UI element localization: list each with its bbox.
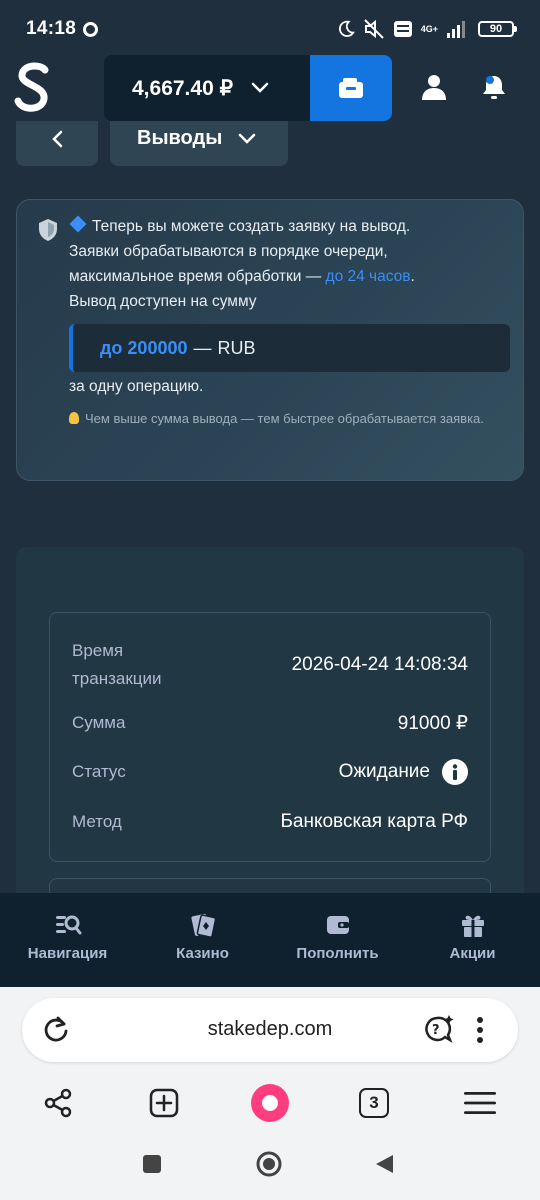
section-title: Выводы: [137, 127, 223, 149]
ai-assistant-icon[interactable]: ?: [422, 1012, 456, 1046]
tx-status: Ожидание: [339, 759, 468, 785]
system-navigation: [0, 1147, 540, 1187]
notifications-button[interactable]: [472, 65, 516, 109]
profile-button[interactable]: [412, 65, 456, 109]
plus-square-icon: [149, 1088, 179, 1118]
limit-box: до 200000 — RUB: [69, 324, 510, 372]
browser-chrome: stakedep.com ? 3: [0, 987, 540, 1200]
main-content: Выводы Теперь вы можете создать заявку н…: [0, 121, 540, 893]
withdrawal-notice: Теперь вы можете создать заявку на вывод…: [16, 199, 524, 481]
balance-dropdown[interactable]: 4,667.40 ₽: [104, 55, 310, 121]
per-operation-text: за одну операцию.: [69, 378, 204, 395]
tx-row-amount: Сумма 91000 ₽: [50, 709, 490, 737]
notice-line-3-suffix: .: [410, 268, 415, 285]
battery-level: 90: [489, 23, 503, 35]
processing-time-link[interactable]: до 24 часов: [326, 268, 411, 285]
wallet-icon: [326, 916, 349, 934]
limit-value: до 200000: [100, 337, 188, 358]
alice-button[interactable]: [246, 1079, 294, 1127]
transaction-card: Время транзакции 2026-04-24 14:08:34 Сум…: [49, 612, 491, 862]
bell-icon: [483, 76, 505, 99]
new-tab-button[interactable]: [140, 1079, 188, 1127]
logo-icon: [14, 62, 49, 112]
home-icon[interactable]: [255, 1150, 283, 1178]
wallet-icon: [339, 78, 363, 98]
signal-icon: [447, 21, 465, 38]
section-dropdown[interactable]: Выводы: [110, 121, 288, 166]
chevron-down-icon: [239, 133, 256, 144]
volte-icon: [393, 21, 412, 37]
nav-label: Пополнить: [296, 945, 379, 962]
battery-icon: 90: [478, 21, 517, 37]
tx-time-label: Время транзакции: [72, 641, 162, 688]
svg-text:?: ?: [432, 1023, 440, 1038]
user-icon: [422, 75, 446, 100]
search-list-icon: [55, 915, 81, 935]
nav-item-deposit[interactable]: Пополнить: [270, 893, 405, 987]
alice-icon: [251, 1084, 289, 1122]
nav-label: Акции: [449, 945, 496, 962]
more-vertical-icon[interactable]: [474, 1016, 486, 1044]
notice-tip: Чем выше сумма вывода — тем быстрее обра…: [69, 408, 489, 429]
chevron-down-icon: [251, 82, 269, 93]
shield-icon: [39, 219, 57, 241]
lightbulb-icon: [69, 412, 79, 424]
nav-label: Казино: [176, 945, 229, 962]
tx-amount-label: Сумма: [72, 713, 126, 732]
notice-text: Теперь вы можете создать заявку на вывод…: [69, 214, 509, 314]
tabs-button[interactable]: 3: [350, 1079, 398, 1127]
cards-icon: [190, 913, 216, 938]
moon-icon: [338, 20, 355, 37]
tx-method-label: Метод: [72, 812, 122, 831]
diamond-icon: [69, 215, 87, 233]
bottom-nav: Навигация Казино Пополнить Акции: [0, 893, 540, 987]
status-bar: 14:18 4G+ 90: [0, 0, 540, 60]
tx-method-value: Банковская карта РФ: [280, 811, 468, 832]
share-icon: [44, 1088, 72, 1118]
nav-label: Навигация: [27, 945, 108, 962]
browser-menu-button[interactable]: [456, 1079, 504, 1127]
nav-item-casino[interactable]: Казино: [135, 893, 270, 987]
info-icon[interactable]: [442, 759, 468, 785]
limit-currency: RUB: [217, 337, 256, 358]
notice-line-2: Заявки обрабатываются в порядке очереди,: [69, 243, 388, 260]
back-button[interactable]: [16, 121, 98, 166]
network-type: 4G+: [420, 23, 438, 34]
status-time: 14:18: [26, 18, 77, 39]
browser-toolbar: 3: [0, 1079, 540, 1127]
status-icons: 4G+ 90: [337, 17, 517, 41]
tx-amount-value: 91000 ₽: [397, 712, 468, 734]
limit-dash: —: [193, 337, 212, 358]
chevron-left-icon: [52, 130, 63, 147]
menu-icon: [464, 1092, 496, 1114]
tx-row-status: Статус Ожидание: [50, 758, 490, 786]
recents-icon[interactable]: [141, 1153, 163, 1175]
nav-item-navigation[interactable]: Навигация: [0, 893, 135, 987]
gift-icon: [461, 915, 484, 937]
muted-icon: [364, 19, 384, 39]
tx-row-method: Метод Банковская карта РФ: [50, 808, 490, 836]
notice-tip-text: Чем выше сумма вывода — тем быстрее обра…: [85, 411, 484, 426]
logo[interactable]: [10, 55, 56, 121]
app-header: 4,667.40 ₽: [0, 55, 540, 121]
balance-amount: 4,667.40 ₽: [132, 76, 233, 100]
tx-time-value: 2026-04-24 14:08:34: [291, 654, 468, 675]
tab-count: 3: [359, 1088, 389, 1118]
transaction-card: [49, 878, 491, 893]
transactions-panel: Время транзакции 2026-04-24 14:08:34 Сум…: [16, 547, 524, 893]
notice-line-1: Теперь вы можете создать заявку на вывод…: [92, 218, 411, 235]
wallet-button[interactable]: [310, 55, 392, 121]
tx-status-label: Статус: [72, 762, 126, 781]
nav-item-promotions[interactable]: Акции: [405, 893, 540, 987]
notice-line-3: максимальное время обработки —: [69, 268, 326, 285]
tx-status-value: Ожидание: [338, 761, 430, 782]
address-bar[interactable]: stakedep.com ?: [22, 998, 518, 1062]
back-icon[interactable]: [373, 1153, 395, 1175]
notification-icon: [83, 22, 98, 37]
notice-line-4: Вывод доступен на сумму: [69, 293, 257, 310]
tx-row-time: Время транзакции 2026-04-24 14:08:34: [50, 637, 490, 693]
share-button[interactable]: [34, 1079, 82, 1127]
